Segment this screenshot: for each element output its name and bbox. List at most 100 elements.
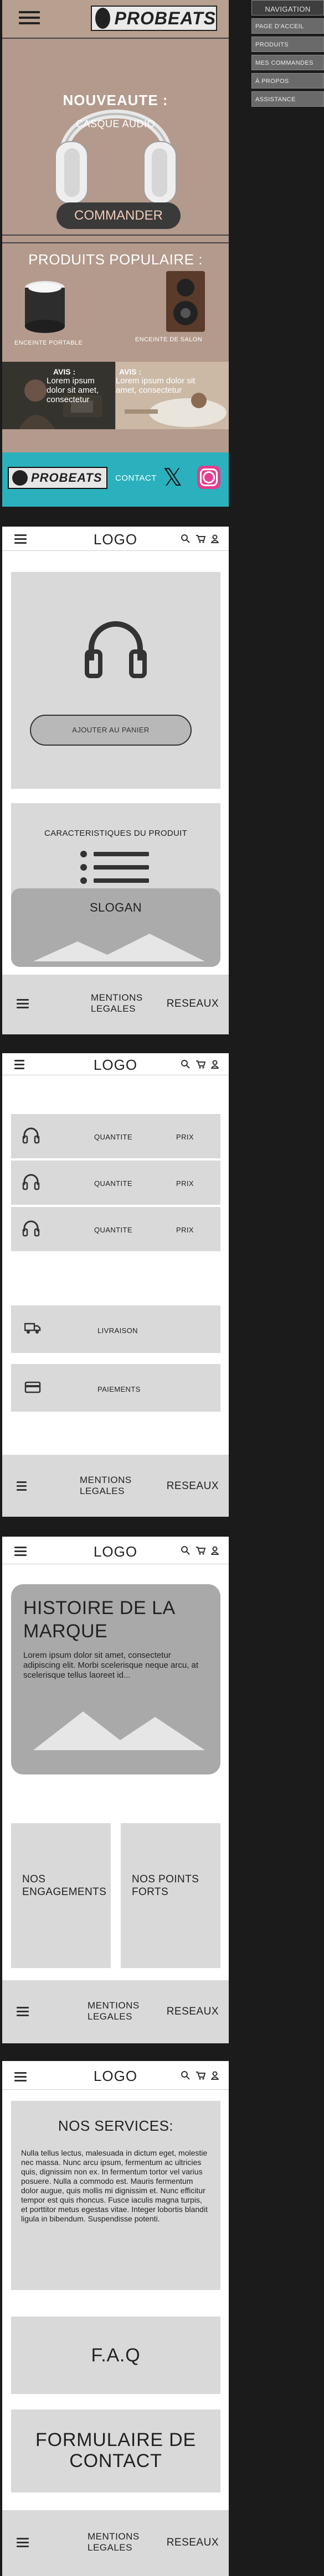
- order-button[interactable]: COMMANDER: [56, 202, 181, 229]
- footer-menu-icon[interactable]: [17, 1479, 27, 1493]
- user-icon[interactable]: [211, 534, 219, 543]
- footer-brand-name: PROBEATS: [31, 471, 102, 485]
- brand-name: PROBEATS: [114, 8, 216, 28]
- delivery-label: LIVRAISON: [97, 1326, 138, 1335]
- image-placeholder-icon: [33, 1711, 205, 1750]
- wf-footer: MENTIONS LEGALES RESEAUX: [2, 2510, 229, 2576]
- footer-menu-icon[interactable]: [17, 2536, 29, 2549]
- wf-footer: MENTIONS LEGALES RESEAUX: [2, 975, 229, 1034]
- strengths-line-2: FORTS: [132, 1886, 169, 1898]
- features-title: CARACTERISTIQUES DU PRODUIT: [44, 829, 188, 838]
- social-link[interactable]: RESEAUX: [167, 2006, 219, 2018]
- home-speaker-image[interactable]: [161, 271, 210, 332]
- user-icon[interactable]: [211, 1546, 219, 1555]
- cart-item[interactable]: QUANTITE PRIX: [11, 1114, 220, 1158]
- headphones-icon: [85, 621, 147, 678]
- truck-icon: [24, 1323, 41, 1334]
- legal-link[interactable]: MENTIONS LEGALES: [88, 2000, 140, 2022]
- search-icon[interactable]: [181, 534, 190, 543]
- footer-menu-icon[interactable]: [17, 997, 29, 1011]
- cart-icon[interactable]: [196, 2071, 205, 2080]
- payment-section[interactable]: PAIEMENTS: [11, 1364, 220, 1412]
- user-icon[interactable]: [211, 2071, 219, 2080]
- faq-block[interactable]: F.A.Q: [11, 2317, 220, 2394]
- contact-form-line-2: CONTACT: [69, 2450, 162, 2471]
- history-text: Lorem ipsum dolor sit amet, consectetur …: [23, 1651, 199, 1680]
- wf-footer: MENTIONS LEGALES RESEAUX: [2, 1980, 229, 2043]
- footer-brand-disc-icon: [12, 470, 28, 486]
- image-placeholder-icon: [33, 934, 205, 961]
- social-link[interactable]: RESEAUX: [167, 998, 219, 1010]
- headphones-icon: [22, 1220, 40, 1237]
- legal-link[interactable]: MENTIONS LEGALES: [80, 1475, 132, 1497]
- legal-line-1: MENTIONS: [88, 2000, 140, 2011]
- search-icon[interactable]: [181, 2070, 190, 2080]
- nav-item-products[interactable]: PRODUITS: [251, 37, 324, 52]
- history-title-line-1: HISTOIRE DE LA: [23, 1597, 176, 1619]
- strengths-line-1: NOS POINTS: [132, 1874, 199, 1885]
- wf-header: LOGO: [2, 1053, 229, 1075]
- cart-icon[interactable]: [196, 534, 205, 543]
- social-link[interactable]: RESEAUX: [167, 2537, 219, 2549]
- x-social-icon[interactable]: 𝕏: [163, 466, 182, 490]
- hero-subtitle: CASQUE AUDIO: [75, 118, 156, 129]
- engagements-line-2: ENGAGEMENTS: [22, 1886, 107, 1898]
- cart-wireframe-frame: LOGO QUANTITE PRIX QUANTITE PRIX QUANTIT…: [2, 1053, 229, 1517]
- delivery-section[interactable]: LIVRAISON: [11, 1305, 220, 1353]
- user-icon[interactable]: [211, 1060, 219, 1069]
- nav-item-about[interactable]: À PROPOS: [251, 73, 324, 89]
- product-image-area: AJOUTER AU PANIER: [11, 572, 220, 789]
- history-title: HISTOIRE DE LA MARQUE: [23, 1596, 176, 1643]
- social-link[interactable]: RESEAUX: [167, 1480, 219, 1492]
- review-2-title: AVIS :: [119, 367, 142, 376]
- brand-disc-icon: [95, 8, 110, 29]
- product-1-caption: ENCEINTE PORTABLE: [14, 340, 83, 346]
- credit-card-icon: [24, 1381, 41, 1393]
- nav-item-orders[interactable]: MES COMMANDES: [251, 55, 324, 70]
- history-title-line-2: MARQUE: [23, 1621, 108, 1642]
- item-price: PRIX: [176, 1179, 194, 1188]
- review-card-2: AVIS : Lorem ipsum dolor sit amet, conse…: [116, 362, 229, 429]
- services-title: NOS SERVICES:: [58, 2117, 174, 2134]
- portable-speaker-image[interactable]: [14, 275, 75, 336]
- about-wireframe-frame: LOGO HISTOIRE DE LA MARQUE Lorem ipsum d…: [2, 1537, 229, 2043]
- nav-item-home[interactable]: PAGE D'ACCEIL: [251, 18, 324, 34]
- wf-header: LOGO: [2, 2061, 229, 2090]
- wf-footer: MENTIONS LEGALES RESEAUX: [2, 1455, 229, 1517]
- add-to-cart-button[interactable]: AJOUTER AU PANIER: [30, 715, 192, 746]
- footer-contact-link[interactable]: CONTACT: [115, 473, 157, 483]
- search-icon[interactable]: [181, 1059, 190, 1069]
- nav-item-support[interactable]: ASSISTANCE: [251, 91, 324, 107]
- legal-line-1: MENTIONS: [80, 1475, 132, 1485]
- footer-brand-logo[interactable]: PROBEATS: [8, 467, 107, 489]
- cart-item[interactable]: QUANTITE PRIX: [11, 1160, 220, 1205]
- item-quantity[interactable]: QUANTITE: [94, 1226, 132, 1234]
- legal-line-2: LEGALES: [80, 1486, 125, 1496]
- engagements-card[interactable]: NOS ENGAGEMENTS: [11, 1823, 111, 1968]
- slogan-banner: SLOGAN: [11, 888, 220, 967]
- instagram-icon[interactable]: [197, 466, 220, 489]
- item-quantity[interactable]: QUANTITE: [94, 1133, 132, 1141]
- contact-form-block[interactable]: FORMULAIRE DE CONTACT: [11, 2410, 220, 2492]
- brand-history-card: HISTOIRE DE LA MARQUE Lorem ipsum dolor …: [11, 1584, 220, 1774]
- review-2-text: Lorem ipsum dolor sit amet, consectetur: [116, 376, 196, 395]
- header-icons: [181, 534, 219, 543]
- faq-label: F.A.Q: [91, 2345, 141, 2366]
- brand-logo[interactable]: PROBEATS: [91, 6, 217, 31]
- contact-form-title: FORMULAIRE DE CONTACT: [11, 2429, 220, 2471]
- cart-item[interactable]: QUANTITE PRIX: [11, 1207, 220, 1251]
- cart-icon[interactable]: [196, 1060, 205, 1069]
- home-mockup-frame: PROBEATS NOUVEAUTE : CASQUE AUDIO COMMAN…: [2, 0, 229, 507]
- legal-link[interactable]: MENTIONS LEGALES: [91, 992, 143, 1014]
- footer-menu-icon[interactable]: [17, 2005, 29, 2018]
- legal-link[interactable]: MENTIONS LEGALES: [88, 2531, 140, 2553]
- item-quantity[interactable]: QUANTITE: [94, 1179, 132, 1188]
- legal-line-2: LEGALES: [91, 1003, 136, 1014]
- strengths-card[interactable]: NOS POINTS FORTS: [121, 1823, 220, 1968]
- services-text: Nulla tellus lectus, malesuada in dictum…: [21, 2148, 208, 2223]
- menu-icon[interactable]: [19, 8, 40, 28]
- search-icon[interactable]: [181, 1545, 190, 1555]
- review-card-1: AVIS : Lorem ipsum dolor sit amet, conse…: [2, 362, 115, 429]
- cart-icon[interactable]: [196, 1546, 205, 1555]
- legal-line-1: MENTIONS: [88, 2531, 140, 2542]
